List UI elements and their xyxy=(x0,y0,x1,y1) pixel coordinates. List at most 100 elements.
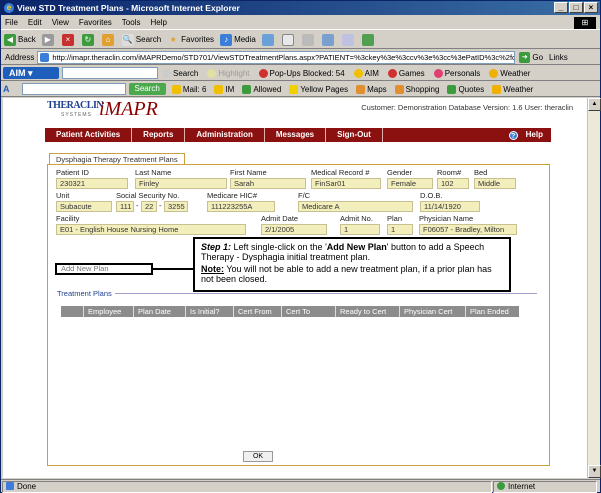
menu-tools[interactable]: Tools xyxy=(122,18,141,27)
field-fc: Medicare A xyxy=(298,201,413,212)
toolbar-search-input[interactable] xyxy=(21,83,126,95)
standard-toolbar: ◀ Back ▶ × ↻ ⌂ 🔍 Search ★ Favorites ♪ Media xyxy=(1,31,600,49)
popups-blocked-button[interactable]: Pop-Ups Blocked: 54 xyxy=(258,68,345,78)
address-label: Address xyxy=(5,52,35,62)
nav-sign-out[interactable]: Sign-Out xyxy=(326,128,383,142)
menu-view[interactable]: View xyxy=(52,18,69,27)
quotes-link[interactable]: Quotes xyxy=(447,84,484,94)
mail-button[interactable] xyxy=(281,33,296,46)
highlight-button[interactable]: Highlight xyxy=(207,68,250,78)
scroll-down-arrow-icon[interactable]: ▼ xyxy=(588,465,601,478)
vertical-scrollbar[interactable]: ▲ ▼ xyxy=(587,98,601,478)
add-new-plan-button[interactable]: Add New Plan xyxy=(55,263,153,275)
aim-menu-button[interactable]: AIM xyxy=(353,68,379,78)
media-button[interactable]: ♪ Media xyxy=(220,33,256,46)
col-employee[interactable]: Employee xyxy=(83,306,133,317)
edit-button[interactable] xyxy=(321,33,336,46)
ssn-dash-1: - xyxy=(136,201,139,210)
help-link[interactable]: ? Help xyxy=(508,128,543,142)
check-icon xyxy=(242,84,252,94)
imapr-logo: THERACLIN SYSTEMS iMAPR xyxy=(47,98,167,128)
field-ssn-part3: 3255 xyxy=(164,201,188,212)
field-ssn-part1: 111 xyxy=(116,201,134,212)
close-button[interactable]: × xyxy=(584,2,598,13)
stop-button[interactable]: × xyxy=(61,33,76,46)
nav-patient-activities[interactable]: Patient Activities xyxy=(45,128,133,142)
globe-icon xyxy=(497,482,505,491)
minimize-button[interactable]: _ xyxy=(554,2,568,13)
toolbar-search-button[interactable]: Search xyxy=(128,83,166,95)
allowed-link[interactable]: Allowed xyxy=(242,84,281,94)
window-title: View STD Treatment Plans - Microsoft Int… xyxy=(17,3,240,13)
field-unit: Subacute xyxy=(56,201,112,212)
print-button[interactable] xyxy=(301,33,316,46)
highlight-icon xyxy=(207,68,217,78)
no-entry-icon xyxy=(258,68,268,78)
page-icon xyxy=(40,52,50,62)
field-facility: E01 - English House Nursing Home xyxy=(56,224,246,235)
ok-button[interactable]: OK xyxy=(243,451,273,462)
menu-help[interactable]: Help xyxy=(150,18,166,27)
windows-logo-icon: ⊞ xyxy=(574,17,596,29)
label-physician: Physician Name xyxy=(419,214,474,223)
address-input[interactable]: http://imapr.theraclin.com/iMAPRDemo/STD… xyxy=(37,50,516,64)
scroll-up-arrow-icon[interactable]: ▲ xyxy=(588,98,601,111)
col-plan-date[interactable]: Plan Date xyxy=(133,306,185,317)
weather-button[interactable]: Weather xyxy=(489,68,530,78)
field-admit-date: 2/1/2005 xyxy=(261,224,327,235)
games-button[interactable]: Games xyxy=(387,68,425,78)
nav-administration[interactable]: Administration xyxy=(185,128,265,142)
col-cert-to[interactable]: Cert To xyxy=(281,306,335,317)
status-text: Done xyxy=(2,480,492,493)
col-is-initial[interactable]: Is Initial? xyxy=(185,306,233,317)
nav-messages[interactable]: Messages xyxy=(265,128,327,142)
forward-button[interactable]: ▶ xyxy=(41,33,56,46)
mail-link[interactable]: Mail: 6 xyxy=(171,84,206,94)
aim-logo[interactable]: AIM ▾ xyxy=(3,67,59,79)
menu-edit[interactable]: Edit xyxy=(28,18,42,27)
messenger-button[interactable] xyxy=(361,33,376,46)
sun-icon xyxy=(489,68,499,78)
im-link[interactable]: IM xyxy=(214,84,234,94)
go-button[interactable]: ➜ Go xyxy=(519,51,543,63)
personals-button[interactable]: Personals xyxy=(433,68,480,78)
menu-file[interactable]: File xyxy=(5,18,18,27)
a-logo-icon[interactable]: A xyxy=(3,84,10,94)
search-toolbar: A Search Mail: 6 IM Allowed Yellow Pages… xyxy=(1,82,600,97)
history-button[interactable] xyxy=(261,33,276,46)
menu-favorites[interactable]: Favorites xyxy=(79,18,112,27)
col-plan-ended[interactable]: Plan Ended xyxy=(465,306,519,317)
treatment-plans-table-header: Employee Plan Date Is Initial? Cert From… xyxy=(61,306,519,317)
callout-step: Step 1: Left single-click on the 'Add Ne… xyxy=(201,242,485,262)
col-ready-to-cert[interactable]: Ready to Cert xyxy=(335,306,399,317)
col-cert-from[interactable]: Cert From xyxy=(233,306,281,317)
callout-note: Note: You will not be able to add a new … xyxy=(201,264,492,284)
weather-link[interactable]: Weather xyxy=(492,84,533,94)
nav-reports[interactable]: Reports xyxy=(132,128,186,142)
field-dob: 11/14/1920 xyxy=(420,201,480,212)
quotes-icon xyxy=(447,84,457,94)
customer-line: Customer: Demonstration Database Version… xyxy=(361,103,573,112)
maximize-button[interactable]: □ xyxy=(569,2,583,13)
menu-bar: File Edit View Favorites Tools Help ⊞ xyxy=(1,16,600,30)
home-button[interactable]: ⌂ xyxy=(101,33,116,46)
field-room: 102 xyxy=(437,178,469,189)
yellow-pages-link[interactable]: Yellow Pages xyxy=(289,84,348,94)
aim-runner-icon xyxy=(353,68,363,78)
links-button[interactable]: Links xyxy=(549,53,568,62)
search-button[interactable]: 🔍 Search xyxy=(121,33,161,46)
aim-search-button[interactable]: Search xyxy=(162,68,198,78)
refresh-button[interactable]: ↻ xyxy=(81,33,96,46)
field-gender: Female xyxy=(387,178,433,189)
favorites-button[interactable]: ★ Favorites xyxy=(167,34,215,46)
discuss-button[interactable] xyxy=(341,33,356,46)
maps-link[interactable]: Maps xyxy=(356,84,387,94)
aim-search-input[interactable] xyxy=(62,67,158,79)
shopping-link[interactable]: Shopping xyxy=(394,84,439,94)
label-first-name: First Name xyxy=(230,168,267,177)
printer-icon xyxy=(301,33,314,46)
back-button[interactable]: ◀ Back xyxy=(4,33,36,46)
section-divider xyxy=(114,293,537,294)
col-physician-cert[interactable]: Physician Cert xyxy=(399,306,465,317)
label-facility: Facility xyxy=(56,214,80,223)
